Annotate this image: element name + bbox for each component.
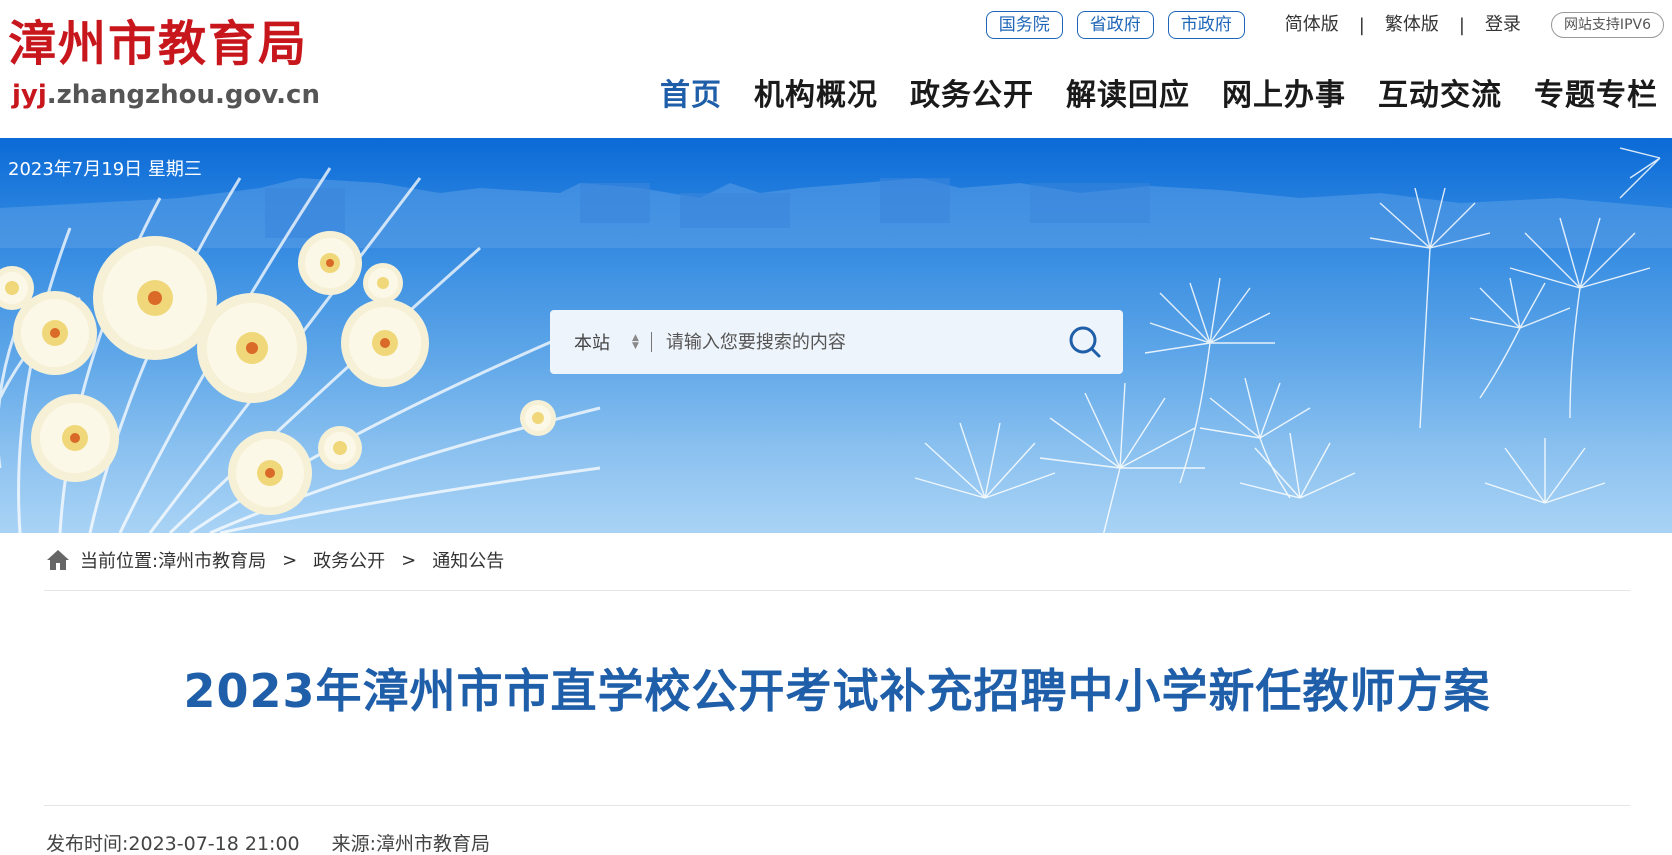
current-date: 2023年7月19日 星期三 [8,159,202,180]
site-logo[interactable]: 漳州市教育局 [8,14,308,74]
hero-banner: 2023年7月19日 星期三 本站 ▲ ▼ [0,138,1672,533]
publish-time: 2023-07-18 21:00 [128,833,300,855]
nav-online-services[interactable]: 网上办事 [1222,74,1346,118]
divider [44,590,1630,591]
breadcrumb: 当前位置: 漳州市教育局 > 政务公开 > 通知公告 [46,545,504,575]
search-scope-select[interactable]: 本站 ▲ ▼ [574,329,639,355]
breadcrumb-item-notices[interactable]: 通知公告 [432,547,504,573]
login-link[interactable]: 登录 [1485,13,1521,37]
breadcrumb-item-bureau[interactable]: 漳州市教育局 [158,547,266,573]
search-divider [650,332,652,352]
nav-interpretation[interactable]: 解读回应 [1066,74,1190,118]
divider [44,805,1630,806]
breadcrumb-label: 当前位置: [80,551,159,572]
sort-arrows-icon: ▲ ▼ [632,333,639,351]
search-input[interactable] [665,322,1046,362]
breadcrumb-separator: > [401,549,417,571]
breadcrumb-item-gov-affairs[interactable]: 政务公开 [313,547,385,573]
domain-rest: .zhangzhou.gov.cn [46,80,320,110]
nav-special-topics[interactable]: 专题专栏 [1534,74,1658,118]
separator: | [1458,14,1465,36]
domain-prefix: jyj [12,80,47,110]
nav-organization[interactable]: 机构概况 [754,74,878,118]
top-links-bar: 国务院 省政府 市政府 简体版 | 繁体版 | 登录 网站支持IPV6 [985,10,1664,40]
nav-home[interactable]: 首页 [660,74,722,118]
ipv6-badge: 网站支持IPV6 [1550,12,1664,38]
traditional-chinese-link[interactable]: 繁体版 [1385,13,1439,37]
separator: | [1358,14,1365,36]
publish-label: 发布时间: [46,833,129,855]
search-scope-label: 本站 [574,333,610,354]
nav-interaction[interactable]: 互动交流 [1378,74,1502,118]
nav-government-affairs[interactable]: 政务公开 [910,74,1034,118]
article-container: 当前位置: 漳州市教育局 > 政务公开 > 通知公告 2023年漳州市市直学校公… [8,533,1664,855]
article-meta: 发布时间: 2023-07-18 21:00 来源: 漳州市教育局 [46,831,490,855]
search-bar: 本站 ▲ ▼ [550,310,1123,374]
main-nav: 首页 机构概况 政务公开 解读回应 网上办事 互动交流 专题专栏 [628,74,1658,118]
home-icon [47,550,69,570]
gov-link-state-council[interactable]: 国务院 [985,11,1063,39]
search-icon[interactable] [1067,324,1103,360]
gov-link-city[interactable]: 市政府 [1167,11,1245,39]
source-value: 漳州市教育局 [376,833,491,855]
site-domain: jyj.zhangzhou.gov.cn [12,78,320,112]
simplified-chinese-link[interactable]: 简体版 [1285,13,1339,37]
site-header: 漳州市教育局 jyj.zhangzhou.gov.cn 国务院 省政府 市政府 … [0,0,1672,138]
source-label: 来源: [331,833,377,855]
gov-link-province[interactable]: 省政府 [1076,11,1154,39]
article-title: 2023年漳州市市直学校公开考试补充招聘中小学新任教师方案 [183,664,1491,718]
breadcrumb-separator: > [282,549,298,571]
